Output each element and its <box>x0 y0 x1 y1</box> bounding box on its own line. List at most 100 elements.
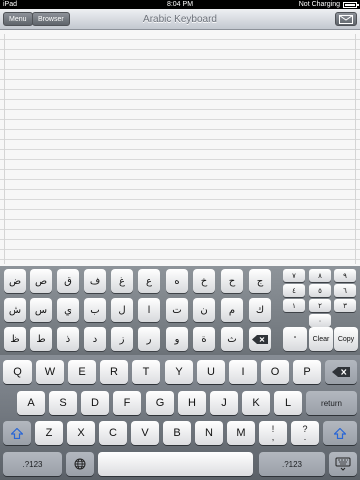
key-a[interactable]: A <box>17 391 45 415</box>
key-exclamation-comma[interactable]: ! , <box>259 421 287 445</box>
text-content[interactable] <box>4 34 356 264</box>
arabic-key[interactable]: ض <box>4 269 26 293</box>
arabic-key[interactable]: ص <box>30 269 52 293</box>
arabic-digit-key[interactable]: ١ <box>283 299 305 312</box>
key-o[interactable]: O <box>261 360 289 384</box>
space-bar[interactable] <box>98 452 253 476</box>
clear-button[interactable]: Clear <box>309 327 333 351</box>
arabic-key[interactable]: و <box>166 327 188 351</box>
envelope-icon <box>339 15 353 24</box>
key-h[interactable]: H <box>178 391 206 415</box>
arabic-key[interactable]: ل <box>111 298 133 322</box>
shift-right-button[interactable] <box>323 421 357 445</box>
arabic-key[interactable]: خ <box>193 269 215 293</box>
key-p[interactable]: P <box>293 360 321 384</box>
arabic-key[interactable]: ت <box>166 298 188 322</box>
arabic-key[interactable]: ح <box>221 269 243 293</box>
arabic-key[interactable]: د <box>84 327 106 351</box>
key-u[interactable]: U <box>197 360 225 384</box>
page-title: Arabic Keyboard <box>143 14 217 25</box>
key-question-period[interactable]: ? . <box>291 421 319 445</box>
numbers-left-button[interactable]: .?123 <box>3 452 62 476</box>
arabic-key[interactable]: ر <box>138 327 160 351</box>
arabic-key[interactable]: ع <box>138 269 160 293</box>
arabic-key[interactable]: ه <box>166 269 188 293</box>
copy-button[interactable]: Copy <box>334 327 358 351</box>
key-f[interactable]: F <box>113 391 141 415</box>
key-t[interactable]: T <box>132 360 160 384</box>
key-c[interactable]: C <box>99 421 127 445</box>
key-w[interactable]: W <box>36 360 64 384</box>
arabic-digit-key[interactable]: ٧ <box>283 269 305 282</box>
arabic-backspace-button[interactable] <box>249 327 271 351</box>
numbers-right-button[interactable]: .?123 <box>259 452 325 476</box>
key-comma-label: , <box>271 432 275 442</box>
arabic-key[interactable]: ج <box>249 269 271 293</box>
arabic-key[interactable]: ن <box>193 298 215 322</box>
key-r[interactable]: R <box>100 360 128 384</box>
arabic-digit-key[interactable]: ٨ <box>309 269 331 282</box>
arabic-key[interactable]: ز <box>111 327 133 351</box>
key-b[interactable]: B <box>163 421 191 445</box>
arabic-key[interactable]: ش <box>4 298 26 322</box>
backspace-button[interactable] <box>325 360 357 384</box>
arabic-keyboard: ض ص ق ف غ ع ه خ ح ج ش س ي ب ل ا ت ن م ك … <box>0 266 360 355</box>
status-bar: iPad 8:04 PM Not Charging <box>0 0 360 9</box>
key-m[interactable]: M <box>227 421 255 445</box>
arabic-key[interactable]: س <box>30 298 52 322</box>
key-y[interactable]: Y <box>165 360 193 384</box>
arabic-key[interactable]: ب <box>84 298 106 322</box>
key-n[interactable]: N <box>195 421 223 445</box>
mail-button[interactable] <box>335 12 357 26</box>
globe-icon <box>74 458 86 470</box>
arabic-digit-key[interactable]: ٠ <box>309 314 331 327</box>
return-button[interactable]: return <box>306 391 357 415</box>
key-period-label: . <box>303 432 307 442</box>
charging-status: Not Charging <box>298 1 340 8</box>
arabic-key[interactable]: ا <box>138 298 160 322</box>
arabic-digit-key[interactable]: ٩ <box>334 269 356 282</box>
key-d[interactable]: D <box>81 391 109 415</box>
key-s[interactable]: S <box>49 391 77 415</box>
arabic-digit-key[interactable]: ٢ <box>309 299 331 312</box>
key-k[interactable]: K <box>242 391 270 415</box>
arabic-key[interactable]: ق <box>57 269 79 293</box>
english-keyboard: Q W E R T Y U I O P A S D F G H J K L re… <box>0 355 360 480</box>
arabic-key[interactable]: ذ <box>57 327 79 351</box>
key-g[interactable]: G <box>146 391 174 415</box>
arabic-key[interactable]: ف <box>84 269 106 293</box>
keyboard-dismiss-icon <box>335 457 351 471</box>
arabic-key[interactable]: م <box>221 298 243 322</box>
arabic-key[interactable]: ة <box>193 327 215 351</box>
arabic-digit-key[interactable]: ٦ <box>334 284 356 297</box>
key-x[interactable]: X <box>67 421 95 445</box>
keyboard-dismiss-button[interactable] <box>329 452 357 476</box>
key-v[interactable]: V <box>131 421 159 445</box>
key-e[interactable]: E <box>68 360 96 384</box>
key-z[interactable]: Z <box>35 421 63 445</box>
battery-icon <box>343 1 359 8</box>
nav-bar: Menu Browser Arabic Keyboard <box>0 9 360 30</box>
arabic-digit-key[interactable]: ٣ <box>334 299 356 312</box>
shift-left-button[interactable] <box>3 421 31 445</box>
key-q[interactable]: Q <box>3 360 32 384</box>
shift-icon <box>11 427 23 439</box>
key-l[interactable]: L <box>274 391 302 415</box>
arabic-digit-key[interactable]: ٤ <box>283 284 305 297</box>
arabic-digit-key[interactable]: ٥ <box>309 284 331 297</box>
arabic-key[interactable]: ظ <box>4 327 26 351</box>
arabic-key[interactable]: ط <box>30 327 52 351</box>
text-area[interactable] <box>0 30 360 266</box>
shift-icon <box>334 427 346 439</box>
battery-status: Not Charging <box>298 0 359 9</box>
arabic-key[interactable]: ك <box>249 298 271 322</box>
backspace-icon <box>252 334 268 344</box>
arabic-key[interactable]: ي <box>57 298 79 322</box>
arabic-key[interactable]: غ <box>111 269 133 293</box>
key-i[interactable]: I <box>229 360 257 384</box>
backspace-icon <box>332 367 350 377</box>
globe-button[interactable] <box>66 452 94 476</box>
degree-key[interactable]: ° <box>283 327 307 351</box>
arabic-key[interactable]: ث <box>221 327 243 351</box>
key-j[interactable]: J <box>210 391 238 415</box>
